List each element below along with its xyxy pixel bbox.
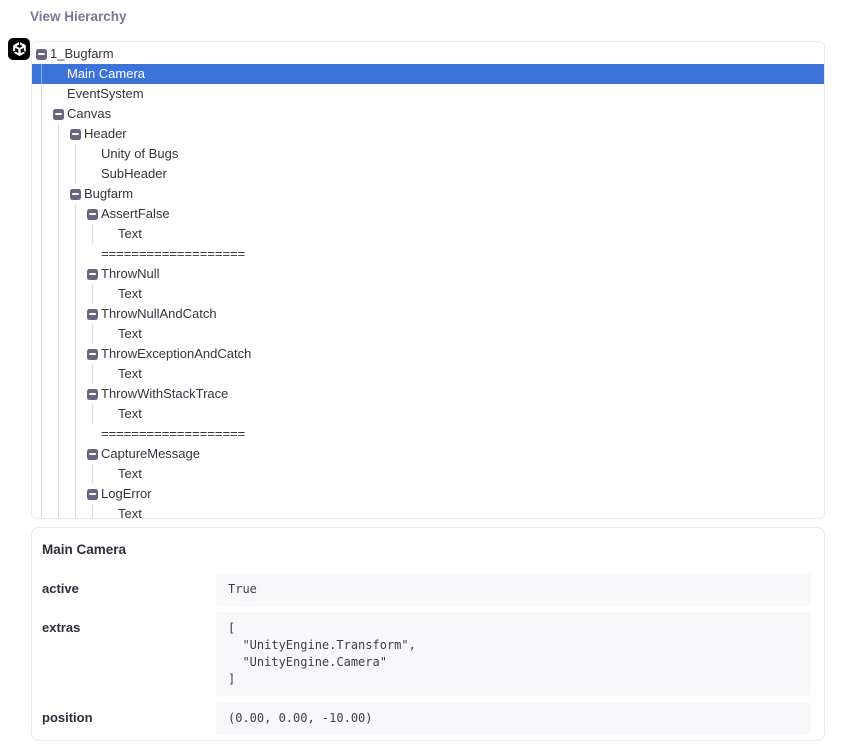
tree-node[interactable]: Canvas <box>53 104 824 124</box>
detail-row: extras[ "UnityEngine.Transform", "UnityE… <box>42 612 811 696</box>
tree-node[interactable]: ThrowNull <box>87 264 824 284</box>
collapse-minus-icon[interactable] <box>70 129 81 140</box>
tree-node[interactable]: Text <box>104 324 824 344</box>
tree-node[interactable]: ThrowNullAndCatch <box>87 304 824 324</box>
tree-node[interactable]: =================== <box>87 424 824 444</box>
collapse-minus-icon[interactable] <box>36 49 47 60</box>
tree-node[interactable]: CaptureMessage <box>87 444 824 464</box>
tree-node[interactable]: Unity of Bugs <box>87 144 824 164</box>
tree-node[interactable]: AssertFalse <box>87 204 824 224</box>
tree-node-label: Text <box>118 364 142 384</box>
tree-node[interactable]: Text <box>104 464 824 484</box>
detail-key: active <box>42 573 216 606</box>
tree-node-label: ThrowNull <box>101 264 160 284</box>
tree-node-label: SubHeader <box>101 164 167 184</box>
tree-node-label: CaptureMessage <box>101 444 200 464</box>
tree-node-label: LogError <box>101 484 152 504</box>
indent-spacer <box>87 429 98 440</box>
indent-spacer <box>87 149 98 160</box>
tree-node-label: Main Camera <box>67 64 145 84</box>
detail-row: position(0.00, 0.00, -10.00) <box>42 702 811 735</box>
indent-spacer <box>104 329 115 340</box>
tree-node-label: Bugfarm <box>84 184 133 204</box>
collapse-minus-icon[interactable] <box>87 449 98 460</box>
collapse-minus-icon[interactable] <box>87 489 98 500</box>
tree-node[interactable]: Text <box>104 284 824 304</box>
detail-row: activeTrue <box>42 573 811 606</box>
detail-value: True <box>216 573 811 606</box>
tree-node-label: Unity of Bugs <box>101 144 178 164</box>
tree-node[interactable]: SubHeader <box>87 164 824 184</box>
collapse-minus-icon[interactable] <box>87 389 98 400</box>
tree-node-label: AssertFalse <box>101 204 170 224</box>
hierarchy-tree[interactable]: 1_BugfarmMain CameraEventSystemCanvasHea… <box>31 41 825 519</box>
indent-spacer <box>104 289 115 300</box>
tree-node[interactable]: Main Camera <box>53 64 824 84</box>
details-rows: activeTrueextras[ "UnityEngine.Transform… <box>42 573 811 735</box>
indent-spacer <box>53 69 64 80</box>
page-title: View Hierarchy <box>30 9 127 24</box>
tree-node-label: Header <box>84 124 127 144</box>
collapse-minus-icon[interactable] <box>87 309 98 320</box>
tree-node-label: ThrowExceptionAndCatch <box>101 344 251 364</box>
tree-node-label: Text <box>118 464 142 484</box>
details-panel: Main Camera activeTrueextras[ "UnityEngi… <box>31 527 825 741</box>
tree-node-label: ThrowWithStackTrace <box>101 384 228 404</box>
indent-spacer <box>104 469 115 480</box>
collapse-minus-icon[interactable] <box>87 349 98 360</box>
tree-node[interactable]: LogError <box>87 484 824 504</box>
collapse-minus-icon[interactable] <box>87 269 98 280</box>
tree-node-label: Text <box>118 504 142 519</box>
tree-node-label: Text <box>118 404 142 424</box>
tree-node-label: Text <box>118 224 142 244</box>
tree-node[interactable]: =================== <box>87 244 824 264</box>
tree-node[interactable]: Text <box>104 224 824 244</box>
indent-spacer <box>87 169 98 180</box>
tree-node-label: Canvas <box>67 104 111 124</box>
tree-node-label: =================== <box>101 424 245 444</box>
tree-node-label: ThrowNullAndCatch <box>101 304 217 324</box>
indent-spacer <box>104 409 115 420</box>
tree-node[interactable]: ThrowWithStackTrace <box>87 384 824 404</box>
tree-node-label: =================== <box>101 244 245 264</box>
tree-node[interactable]: 1_Bugfarm <box>36 44 824 64</box>
indent-spacer <box>87 249 98 260</box>
tree-node[interactable]: Text <box>104 364 824 384</box>
indent-spacer <box>104 509 115 520</box>
tree-node-label: Text <box>118 284 142 304</box>
indent-spacer <box>104 369 115 380</box>
unity-logo-icon <box>8 38 30 60</box>
tree-node-label: Text <box>118 324 142 344</box>
details-title: Main Camera <box>42 542 811 557</box>
detail-value: [ "UnityEngine.Transform", "UnityEngine.… <box>216 612 811 696</box>
tree-node[interactable]: Text <box>104 404 824 424</box>
indent-spacer <box>53 89 64 100</box>
tree-node[interactable]: EventSystem <box>53 84 824 104</box>
detail-key: position <box>42 702 216 735</box>
indent-spacer <box>104 229 115 240</box>
detail-key: extras <box>42 612 216 696</box>
collapse-minus-icon[interactable] <box>53 109 64 120</box>
tree-node-label: EventSystem <box>67 84 144 104</box>
tree-node[interactable]: Bugfarm <box>70 184 824 204</box>
tree-node[interactable]: Text <box>104 504 824 519</box>
tree-node-label: 1_Bugfarm <box>50 44 114 64</box>
tree-node[interactable]: ThrowExceptionAndCatch <box>87 344 824 364</box>
collapse-minus-icon[interactable] <box>70 189 81 200</box>
collapse-minus-icon[interactable] <box>87 209 98 220</box>
detail-value: (0.00, 0.00, -10.00) <box>216 702 811 735</box>
tree-node[interactable]: Header <box>70 124 824 144</box>
